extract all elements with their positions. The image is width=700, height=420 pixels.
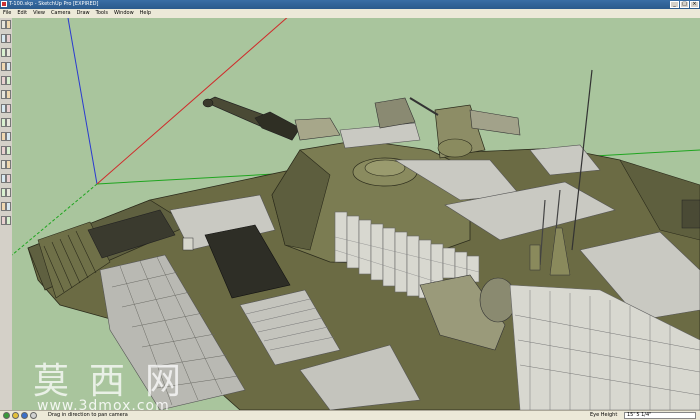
model-viewport[interactable]: [12, 18, 700, 410]
menu-file[interactable]: File: [0, 9, 14, 18]
exhaust-drum: [479, 277, 517, 323]
offset-tool[interactable]: [6, 104, 11, 113]
previous-view-tool[interactable]: [6, 188, 11, 197]
muzzle: [202, 98, 214, 108]
maximize-button[interactable]: □: [680, 1, 689, 8]
menu-help[interactable]: Help: [137, 9, 154, 18]
text-tool[interactable]: [6, 132, 11, 141]
periscope: [182, 237, 194, 251]
menu-window[interactable]: Window: [111, 9, 137, 18]
measurements-box[interactable]: 15' 5 1/4": [624, 412, 696, 419]
eraser-tool[interactable]: [6, 20, 11, 29]
menu-view[interactable]: View: [30, 9, 48, 18]
rear-light: [681, 199, 700, 229]
weapon-station-ring: [437, 138, 473, 158]
close-button[interactable]: ×: [690, 1, 699, 8]
freehand-tool[interactable]: [6, 62, 11, 71]
window-title: T-100.skp - SketchUp Pro [EXPIRED]: [9, 1, 99, 7]
tank-model-scene: [12, 18, 700, 410]
geo-location-icon[interactable]: [3, 412, 10, 419]
line-tool[interactable]: [6, 34, 11, 43]
menu-tools[interactable]: Tools: [93, 9, 111, 18]
section-plane-tool[interactable]: [6, 216, 11, 225]
blue-axis: [67, 18, 98, 185]
gun-thermal-sleeve: [254, 111, 301, 141]
instructor-icon[interactable]: [21, 412, 28, 419]
sketchup-app-icon: [1, 1, 7, 7]
menu-draw[interactable]: Draw: [74, 9, 93, 18]
help-icon[interactable]: [30, 412, 37, 419]
dimension-tool[interactable]: [6, 118, 11, 127]
machine-gun: [409, 97, 439, 116]
antenna-mount: [529, 244, 541, 271]
minimize-button[interactable]: _: [670, 1, 679, 8]
window-controls: _ □ ×: [670, 1, 699, 8]
follow-me-tool[interactable]: [6, 90, 11, 99]
zoom-window-tool[interactable]: [6, 174, 11, 183]
title-bar: T-100.skp - SketchUp Pro [EXPIRED] _ □ ×: [0, 0, 700, 9]
menu-camera[interactable]: Camera: [48, 9, 74, 18]
pan-tool[interactable]: [6, 160, 11, 169]
credits-icon[interactable]: [12, 412, 19, 419]
3d-text-tool[interactable]: [6, 146, 11, 155]
push-pull-tool[interactable]: [6, 76, 11, 85]
menu-edit[interactable]: Edit: [14, 9, 30, 18]
gun-mantlet: [294, 117, 341, 141]
look-around-tool[interactable]: [6, 202, 11, 211]
arc-tool[interactable]: [6, 48, 11, 57]
